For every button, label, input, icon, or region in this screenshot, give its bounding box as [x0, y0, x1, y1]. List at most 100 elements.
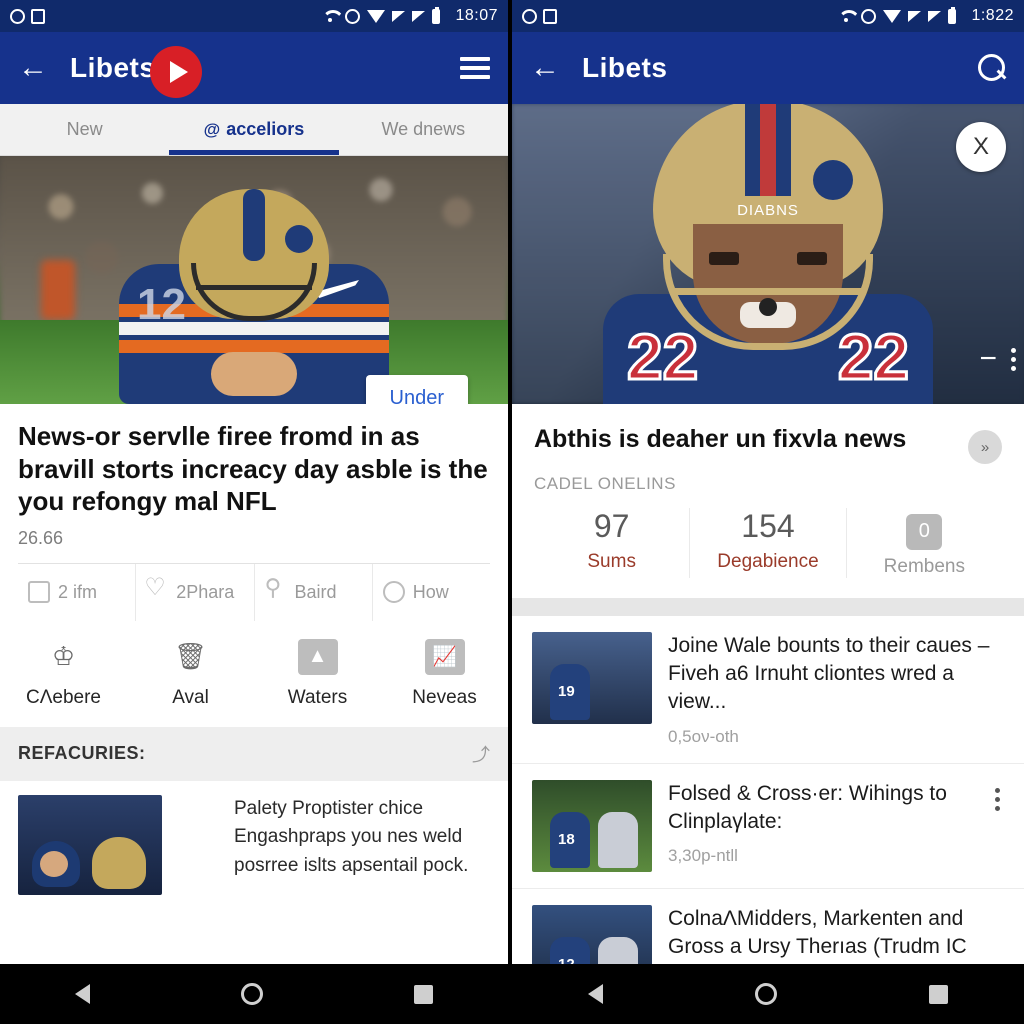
status-time: 18:07: [455, 7, 498, 24]
ad-controls: −: [979, 344, 1016, 374]
meta-likes[interactable]: 2Phara: [136, 563, 255, 621]
hero-image[interactable]: 12 Under: [0, 156, 508, 404]
meta-author[interactable]: Baird: [255, 563, 373, 621]
at-icon: @: [203, 119, 221, 139]
nav-recents-icon[interactable]: [929, 984, 948, 1004]
news-list-item-2[interactable]: 18 Folsed & Cross·er: Wihings to Clinpla…: [512, 763, 1024, 889]
wifi-icon: [322, 10, 338, 22]
quick-action-waters[interactable]: ▲ Waters: [254, 638, 381, 709]
tab-acceliors[interactable]: @ acceliors: [169, 104, 339, 155]
status-right-icons: 18:07: [322, 6, 498, 25]
featured-story-title: Abthis is deaher un fixvla news: [534, 425, 907, 453]
trash-icon: 🗑: [173, 641, 207, 671]
app-title: Libets: [70, 52, 156, 83]
app-bar-left: ← Libets: [0, 32, 508, 104]
stat-rembens-value: 0: [847, 508, 1002, 550]
video-list-item[interactable]: Palety Proptister chice Engashpraps you …: [0, 46, 508, 909]
status-right-icons-right: 1:822: [838, 6, 1014, 25]
nav-bar-right: [512, 964, 1024, 1024]
video-thumbnail: [18, 794, 162, 895]
signal-icon: [392, 10, 406, 22]
news-overflow-icon-2[interactable]: [991, 780, 1004, 819]
news-title-2: Folsed & Cross·er: Wihings to Clinplaγla…: [668, 781, 947, 833]
quick-action-aval[interactable]: 🗑 Aval: [127, 639, 254, 709]
back-button[interactable]: ←: [18, 53, 48, 83]
dnd-icon: [345, 8, 361, 24]
section-gap: [512, 597, 1024, 616]
helmet-logo-icon: [285, 225, 313, 253]
ad-jersey-number-left: 22: [625, 320, 699, 395]
section-options-icon[interactable]: ⤴: [472, 741, 490, 767]
status-bar-left: 18:07: [0, 0, 508, 32]
app-title: Libets: [582, 52, 668, 83]
ad-kebab-icon[interactable]: [1011, 347, 1016, 371]
chart-icon: 📈: [424, 638, 465, 675]
status-bar-right: 1:822: [512, 0, 1024, 32]
signal2-icon: [928, 10, 942, 22]
ad-chinstrap: [759, 298, 777, 316]
section-header: REFACURIES: ⤴: [0, 726, 508, 781]
stat-degabience[interactable]: 154 Degabience: [690, 508, 847, 578]
nav-back-icon[interactable]: [75, 984, 91, 1004]
ad-jersey-number-right: 22: [836, 320, 910, 395]
signal-down-icon: [367, 9, 386, 23]
ad-helmet-logo-icon: [813, 160, 853, 200]
meta-comments[interactable]: 2 ifm: [18, 563, 137, 621]
quick-action-neveas-label: Neveas: [412, 686, 477, 708]
crown-icon: ♔: [51, 641, 76, 671]
comment-icon: [28, 581, 50, 603]
ad-helmet-stripe-red: [760, 104, 776, 196]
app-bar-right: ← Libets: [512, 32, 1024, 104]
dual-screenshot: 18:07 ← Libets New @ acceliors We dnews: [0, 0, 1024, 1024]
stat-sums-label: Sums: [587, 551, 636, 572]
status-time-right: 1:822: [971, 7, 1014, 24]
news-thumb-number-2: 18: [558, 830, 575, 848]
signal-icon: [908, 10, 922, 22]
news-time-2: 3,30р-ntll: [668, 846, 738, 866]
meta-views-label: How: [412, 581, 449, 602]
menu-icon[interactable]: [460, 57, 490, 79]
meta-likes-label: 2Phara: [176, 581, 235, 602]
nav-home-icon[interactable]: [755, 983, 777, 1005]
stat-degabience-label: Degabience: [717, 551, 819, 572]
section-title: REFACURIES:: [18, 743, 146, 763]
dnd-icon: [861, 8, 877, 24]
news-thumbnail-1: 19: [532, 631, 652, 724]
quick-actions-row: ♔ CΛebere 🗑 Aval ▲ Waters 📈 Neveas: [0, 621, 508, 727]
stat-rembens[interactable]: 0 Rembens: [847, 508, 1002, 578]
ad-banner[interactable]: 22 22 DIABNS X −: [512, 104, 1024, 404]
search-icon[interactable]: [978, 54, 1006, 82]
tab-wednews[interactable]: We dnews: [339, 104, 508, 155]
fast-forward-icon[interactable]: »: [968, 430, 1002, 464]
battery-icon: [432, 6, 441, 24]
news-player-shape-2: [598, 811, 638, 868]
left-phone-screen: 18:07 ← Libets New @ acceliors We dnews: [0, 0, 512, 1024]
play-icon[interactable]: [150, 46, 202, 98]
article-meta-row: 2 ifm 2Phara Baird How: [18, 562, 490, 621]
featured-story-card[interactable]: Abthis is deaher un fixvla news » CADEL …: [512, 404, 1024, 598]
news-title-1: Joine Wale bounts to their caues – Fiveh…: [668, 633, 990, 714]
nav-bar-left: [0, 964, 508, 1024]
tab-new[interactable]: New: [0, 104, 169, 155]
news-list-item-1[interactable]: 19 Joine Wale bounts to their caues – Fi…: [512, 615, 1024, 764]
meta-views[interactable]: How: [373, 564, 490, 621]
news-time-1: 0,5oν-oth: [668, 726, 739, 746]
nav-back-icon[interactable]: [588, 984, 603, 1004]
battery-icon: [948, 6, 957, 24]
under-chip-button[interactable]: Under: [365, 375, 468, 404]
hands: [211, 352, 297, 396]
helmet-stripe: [243, 189, 265, 261]
back-button[interactable]: ←: [530, 53, 560, 83]
stat-rembens-badge: 0: [906, 513, 943, 550]
status-left-icons-right: [522, 8, 557, 24]
quick-action-neveas[interactable]: 📈 Neveas: [381, 638, 508, 709]
article-card: News-or servlle firee fromd in as bravil…: [0, 404, 508, 727]
jersey-number: 12: [137, 280, 186, 329]
nav-recents-icon[interactable]: [413, 984, 433, 1004]
ad-minimize-button[interactable]: −: [979, 344, 997, 374]
ad-close-button[interactable]: X: [956, 122, 1006, 172]
crowd-figure: [40, 260, 75, 321]
stat-sums[interactable]: 97 Sums: [534, 508, 691, 578]
quick-action-celebre[interactable]: ♔ CΛebere: [0, 639, 127, 709]
nav-home-icon[interactable]: [240, 983, 263, 1005]
